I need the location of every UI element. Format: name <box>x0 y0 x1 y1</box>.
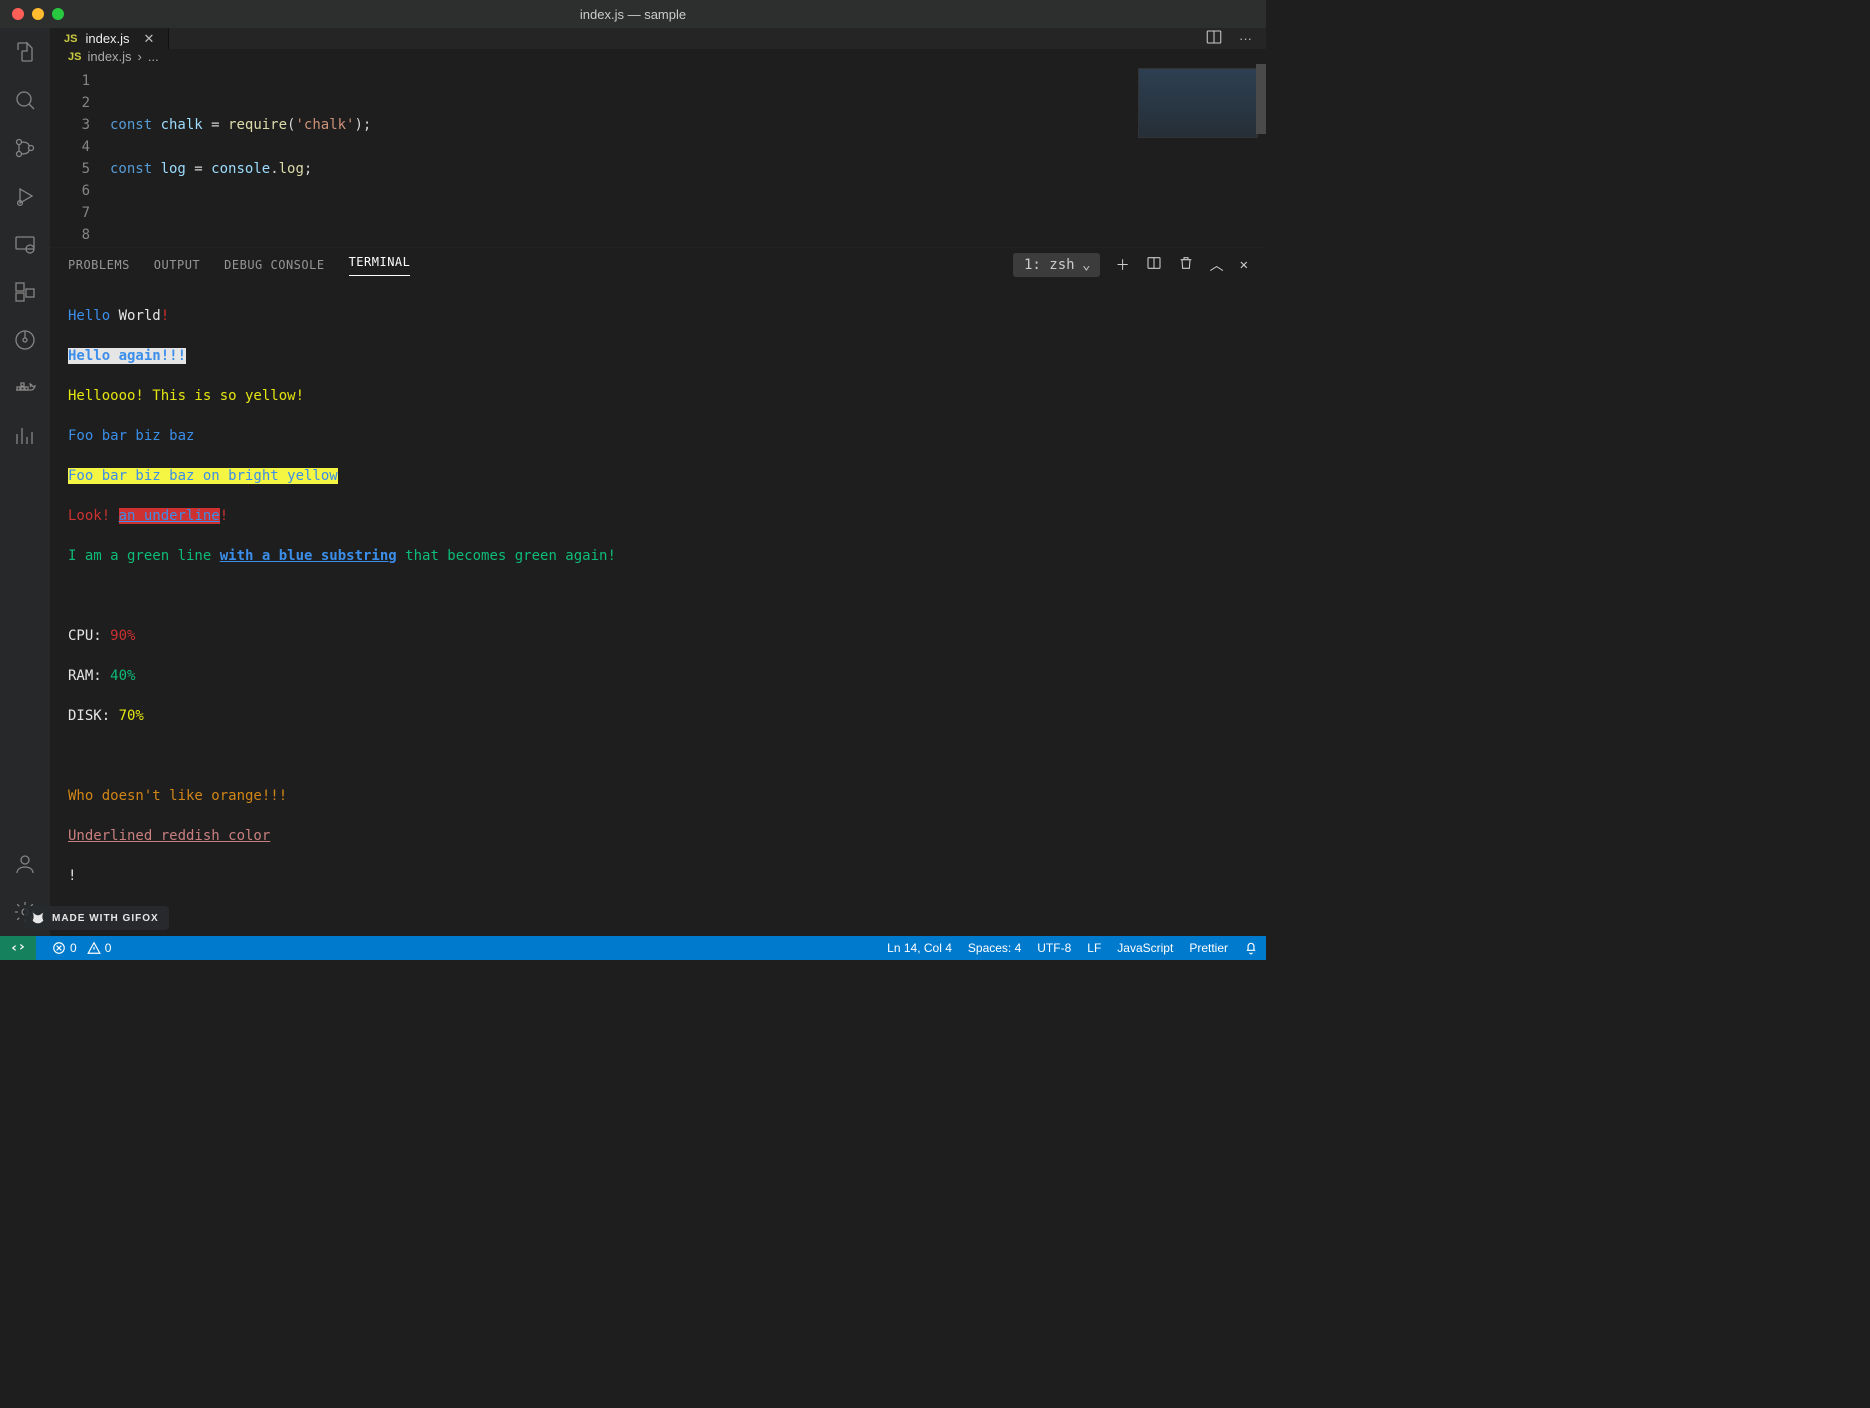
more-actions-icon[interactable]: ··· <box>1239 31 1252 46</box>
window-title: index.js — sample <box>0 7 1266 22</box>
editor-area: JS index.js ✕ ··· JS index.js › ... 123 … <box>50 28 1266 936</box>
terminal-output[interactable]: Hello World! Hello again!!! Helloooo! Th… <box>50 282 1266 936</box>
tab-terminal[interactable]: TERMINAL <box>349 255 411 276</box>
chevron-up-icon[interactable]: ︿ <box>1210 255 1224 275</box>
source-control-icon[interactable] <box>11 134 39 162</box>
tab-debug-console[interactable]: DEBUG CONSOLE <box>224 258 324 272</box>
status-cursor-position[interactable]: Ln 14, Col 4 <box>887 941 952 955</box>
tab-output[interactable]: OUTPUT <box>154 258 200 272</box>
status-errors[interactable]: 0 <box>52 941 77 955</box>
panel-tabs: PROBLEMS OUTPUT DEBUG CONSOLE TERMINAL 1… <box>50 248 1266 282</box>
scrollbar-indicator[interactable] <box>1256 64 1266 134</box>
code-editor[interactable]: 123 456 789 101112 131415 161718 19 cons… <box>50 64 1266 247</box>
trash-icon[interactable] <box>1178 255 1194 275</box>
split-editor-icon[interactable] <box>1205 28 1223 49</box>
terminal-selector[interactable]: 1: zsh <box>1013 253 1100 277</box>
js-file-icon: JS <box>64 33 77 45</box>
code-content[interactable]: const chalk = require('chalk'); const lo… <box>110 64 1266 247</box>
tab-problems[interactable]: PROBLEMS <box>68 258 130 272</box>
gitlens-icon[interactable] <box>11 326 39 354</box>
status-warnings[interactable]: 0 <box>87 941 112 955</box>
main-row: JS index.js ✕ ··· JS index.js › ... 123 … <box>0 28 1266 936</box>
status-language[interactable]: JavaScript <box>1117 941 1173 955</box>
terminal-selector-label: 1: zsh <box>1024 257 1075 273</box>
editor-tabs: JS index.js ✕ ··· <box>50 28 1266 49</box>
graph-icon[interactable] <box>11 422 39 450</box>
activity-bar <box>0 28 50 936</box>
remote-indicator[interactable] <box>0 936 36 960</box>
run-debug-icon[interactable] <box>11 182 39 210</box>
search-icon[interactable] <box>11 86 39 114</box>
close-tab-icon[interactable]: ✕ <box>144 31 155 47</box>
status-bar: 0 0 Ln 14, Col 4 Spaces: 4 UTF-8 LF Java… <box>0 936 1266 960</box>
editor-actions: ··· <box>1205 28 1266 49</box>
breadcrumb-more: ... <box>148 49 159 64</box>
status-notifications-icon[interactable] <box>1244 941 1258 955</box>
status-encoding[interactable]: UTF-8 <box>1037 941 1071 955</box>
extensions-icon[interactable] <box>11 278 39 306</box>
titlebar: index.js — sample <box>0 0 1266 28</box>
status-formatter[interactable]: Prettier <box>1189 941 1228 955</box>
split-terminal-icon[interactable] <box>1146 255 1162 275</box>
tab-label: index.js <box>85 31 129 46</box>
explorer-icon[interactable] <box>11 38 39 66</box>
gifox-watermark: MADE WITH GIFOX <box>24 906 169 930</box>
line-number-gutter: 123 456 789 101112 131415 161718 19 <box>50 64 110 247</box>
account-icon[interactable] <box>11 850 39 878</box>
new-terminal-icon[interactable]: ＋ <box>1116 255 1130 275</box>
tab-index-js[interactable]: JS index.js ✕ <box>50 28 169 49</box>
status-eol[interactable]: LF <box>1087 941 1101 955</box>
remote-explorer-icon[interactable] <box>11 230 39 258</box>
docker-icon[interactable] <box>11 374 39 402</box>
breadcrumb[interactable]: JS index.js › ... <box>50 49 1266 64</box>
bottom-panel: PROBLEMS OUTPUT DEBUG CONSOLE TERMINAL 1… <box>50 247 1266 936</box>
close-panel-icon[interactable]: ✕ <box>1240 257 1248 273</box>
breadcrumb-file: index.js <box>87 49 131 64</box>
js-file-icon: JS <box>68 51 81 63</box>
status-indentation[interactable]: Spaces: 4 <box>968 941 1021 955</box>
breadcrumb-sep: › <box>138 49 142 64</box>
